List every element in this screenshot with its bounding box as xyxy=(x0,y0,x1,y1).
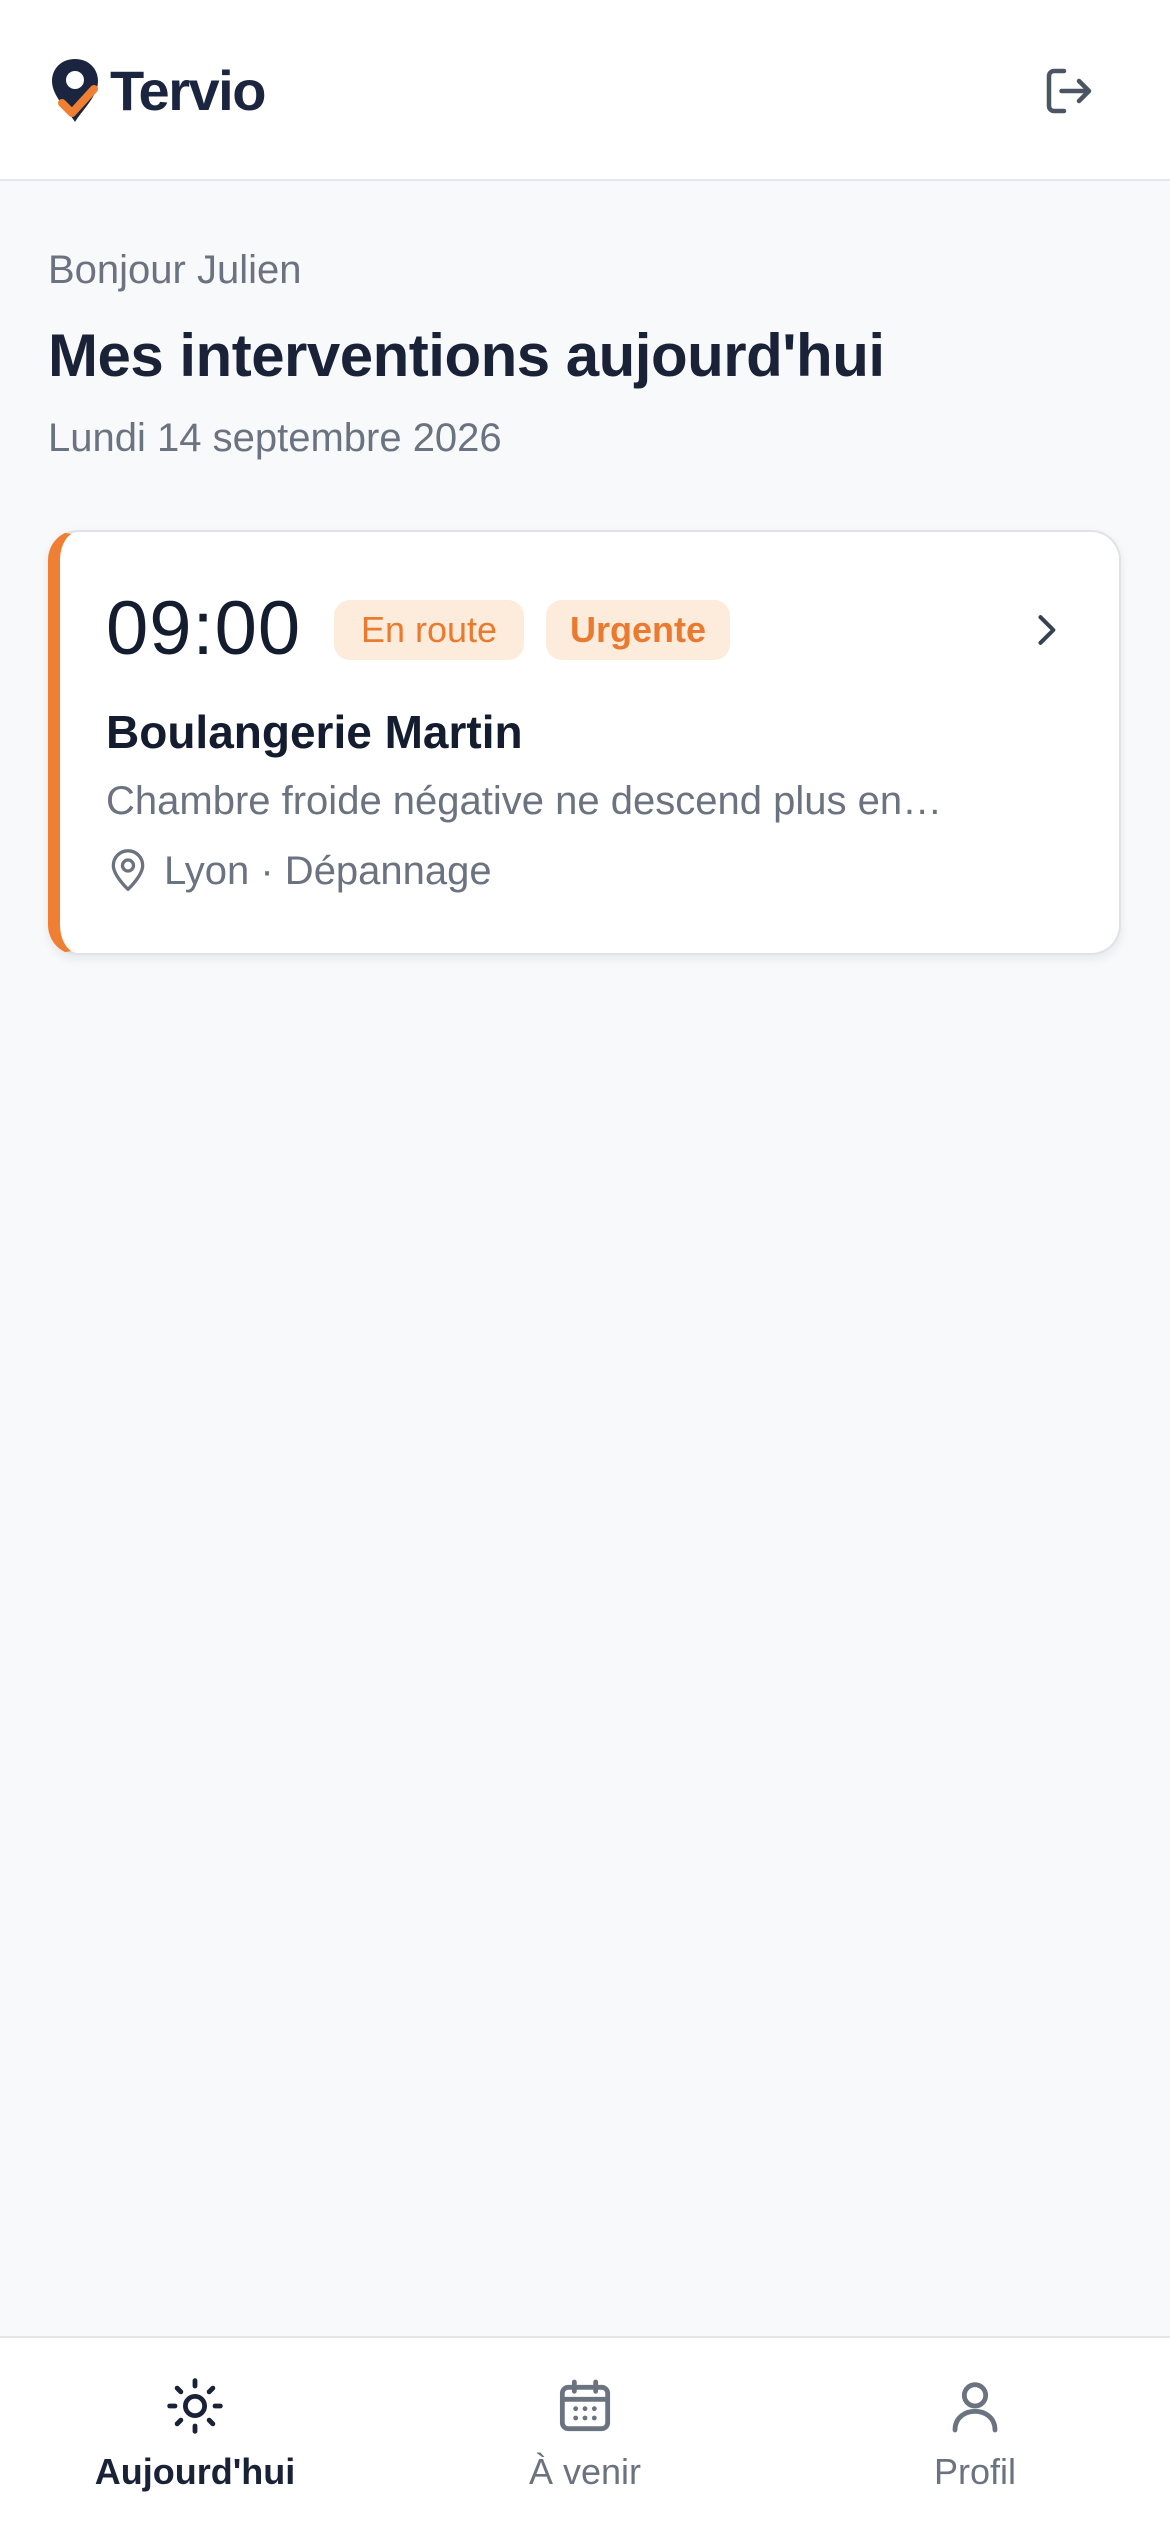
map-pin-icon xyxy=(111,849,145,891)
app-header: Tervio xyxy=(0,0,1170,181)
map-pin-check-logo-icon xyxy=(52,59,98,122)
nav-label-profile: Profil xyxy=(933,2451,1017,2492)
calendar-icon xyxy=(559,2379,611,2432)
location-row: Lyon · Dépannage xyxy=(106,846,492,896)
bottom-navigation: Aujourd'hui À venir Profil xyxy=(0,2336,1170,2532)
location-text: Lyon · Dépannage xyxy=(164,849,492,893)
logout-button[interactable] xyxy=(1034,56,1104,126)
user-icon xyxy=(952,2382,998,2433)
intervention-card[interactable]: 09:00 En route Urgente Boulangerie Marti… xyxy=(48,530,1121,955)
priority-badge: Urgente xyxy=(546,600,730,660)
chevron-right-icon xyxy=(1038,615,1056,645)
nav-item-profile[interactable]: Profil xyxy=(845,2374,1105,2514)
intervention-description: Chambre froide négative ne descend plus … xyxy=(106,779,943,823)
brand-name: Tervio xyxy=(110,59,266,122)
intervention-time: 09:00 xyxy=(106,586,302,671)
status-badge: En route xyxy=(334,600,524,660)
nav-label-today: Aujourd'hui xyxy=(94,2451,296,2492)
client-name: Boulangerie Martin xyxy=(106,706,523,758)
greeting-text: Bonjour Julien xyxy=(48,248,302,292)
app-screen: Tervio Bonjour Julien Mes interventions … xyxy=(0,0,1170,2532)
sun-icon xyxy=(167,2378,223,2434)
page-title: Mes interventions aujourd'hui xyxy=(48,322,885,389)
open-intervention-button[interactable] xyxy=(1016,600,1076,660)
nav-item-upcoming[interactable]: À venir xyxy=(455,2374,715,2514)
logout-icon xyxy=(1046,68,1092,114)
nav-item-today[interactable]: Aujourd'hui xyxy=(65,2374,325,2514)
page-date: Lundi 14 septembre 2026 xyxy=(48,416,502,460)
brand: Tervio xyxy=(48,56,266,126)
nav-label-upcoming: À venir xyxy=(528,2451,642,2492)
